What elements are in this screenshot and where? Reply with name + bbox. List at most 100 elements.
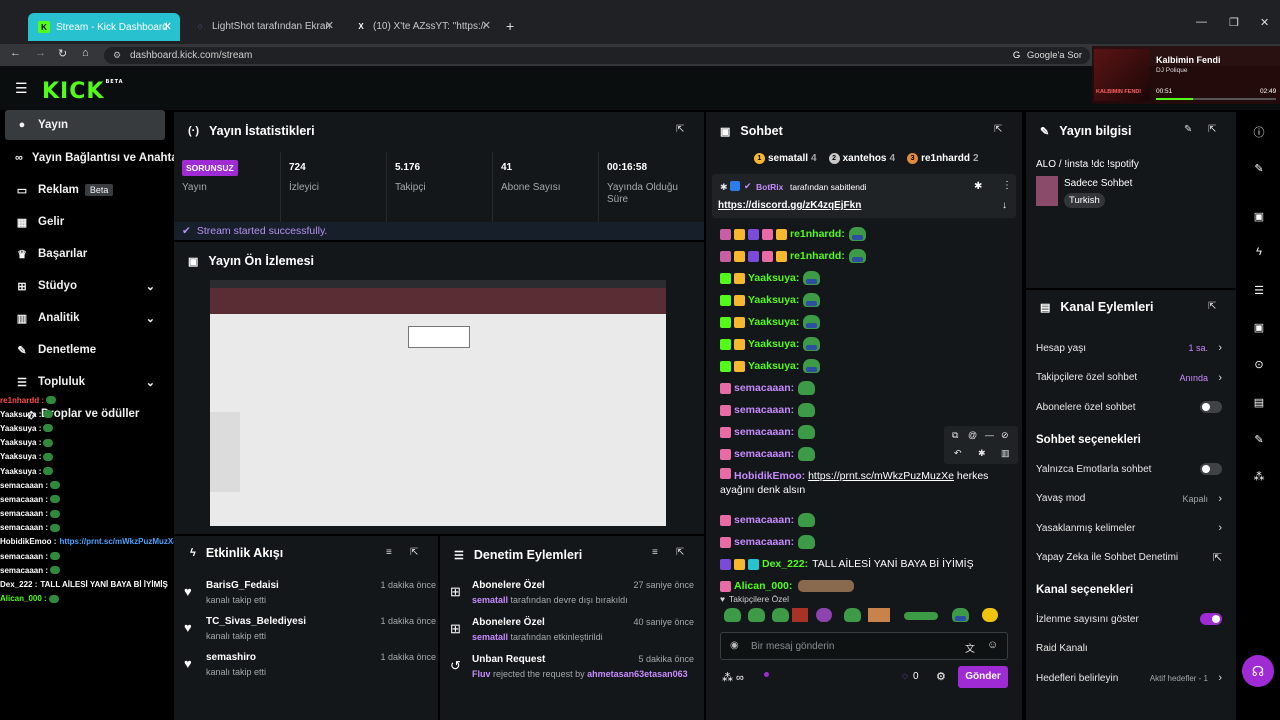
preview-icon[interactable]: ▣ (1252, 210, 1266, 224)
sidebar-item-analitik[interactable]: ▥ Analitik ⌄ (5, 303, 165, 333)
wrench-icon[interactable]: ✎ (1252, 433, 1266, 447)
minimize-icon[interactable]: — (1196, 16, 1207, 28)
pin-message-icon[interactable]: ✱ (978, 448, 986, 459)
pinned-by-user[interactable]: BotRix (756, 182, 783, 192)
toggle-switch[interactable] (1200, 613, 1222, 625)
sidebar-item-yayin[interactable]: ● Yayın (5, 110, 165, 140)
sidebar-item-gelir[interactable]: ▦ Gelir (5, 207, 165, 237)
channel-setting-row[interactable]: Yapay Zeka ile Sohbet Denetimi ⇱ (1036, 548, 1222, 568)
tab-lightshot[interactable]: ◌ LightShot tarafından Ekran Görü ✕ (184, 12, 342, 40)
chat-username[interactable]: semacaaan: (734, 404, 794, 416)
tab-x-twitter[interactable]: X (10) X'te AZssYT: "https://t.co/li ✕ (345, 12, 499, 40)
toggle-switch[interactable] (1200, 463, 1222, 475)
chat-username[interactable]: semacaaan: (734, 514, 794, 526)
copy-icon[interactable]: ⧉ (952, 430, 958, 441)
sidebar-item-denetleme[interactable]: ✎ Denetleme (5, 335, 165, 365)
send-button[interactable]: Gönder (958, 666, 1008, 688)
channel-setting-row[interactable]: Abonelere özel sohbet (1036, 397, 1222, 417)
nodes-icon[interactable]: ⁂ (1252, 470, 1266, 484)
channel-setting-row[interactable]: Hesap yaşı 1 sa. › (1036, 338, 1222, 358)
undo-icon[interactable]: ↶ (954, 448, 962, 459)
help-headset-icon[interactable]: ☊ (1242, 655, 1274, 687)
popout-icon[interactable]: ⇱ (1208, 301, 1216, 312)
timeout-icon[interactable]: — (985, 430, 994, 440)
event-user[interactable]: BarisG_Fedaisi (206, 580, 279, 591)
channel-setting-row[interactable]: Hedefleri belirleyin Aktif hedefler - 1 › (1036, 668, 1222, 688)
more-icon[interactable]: ⋮ (1002, 180, 1012, 191)
channel-setting-row[interactable]: Yavaş mod Kapalı › (1036, 489, 1222, 509)
chat-icon[interactable]: ▣ (1252, 321, 1266, 335)
chat-username[interactable]: Yaaksuya: (748, 360, 799, 372)
chat-username[interactable]: HobidikEmoo: (734, 470, 805, 482)
maximize-icon[interactable]: ❐ (1229, 16, 1239, 29)
chat-username[interactable]: re1nhardd: (790, 228, 845, 240)
event-user[interactable]: semashiro (206, 652, 256, 663)
google-search-chip[interactable]: G Google'a Sor (1013, 47, 1082, 64)
chat-username[interactable]: re1nhardd: (790, 250, 845, 262)
chat-username[interactable]: semacaaan: (734, 536, 794, 548)
emote-frog-icon[interactable] (952, 608, 969, 622)
tab-kick-dashboard[interactable]: K Stream - Kick Dashboard ✕ (28, 13, 180, 41)
url-field[interactable]: ⚙ dashboard.kick.com/stream G Google'a So… (104, 47, 1090, 64)
chat-username[interactable]: Alican_000: (734, 580, 792, 592)
chat-username[interactable]: semacaaan: (734, 426, 794, 438)
info-icon[interactable]: ⓘ (1252, 124, 1266, 139)
kick-logo[interactable]: KICKBETA (42, 79, 124, 104)
mod-user[interactable]: sematall (472, 595, 508, 605)
channel-setting-row[interactable]: Yasaklanmış kelimeler › (1036, 518, 1222, 538)
popout-icon[interactable]: ⇱ (676, 547, 684, 558)
channel-setting-row[interactable]: Takipçilere özel sohbet Anında › (1036, 368, 1222, 388)
pencil-icon[interactable]: ✎ (1252, 162, 1266, 176)
emote-icon[interactable] (982, 608, 998, 622)
sidebar-item-stream-key[interactable]: ∞ Yayın Bağlantısı ve Anahtar (5, 143, 182, 173)
mod-user[interactable]: Fluv (472, 669, 491, 679)
top-gifter-name[interactable]: xantehos (843, 153, 887, 164)
channel-setting-row[interactable]: Yalnızca Emotlarla sohbet (1036, 459, 1222, 479)
reload-icon[interactable]: ↻ (58, 47, 67, 60)
emote-icon[interactable] (904, 612, 938, 620)
chat-username[interactable]: Yaaksuya: (748, 316, 799, 328)
sidebar-item-reklam[interactable]: ▭ Reklam Beta (5, 175, 165, 205)
translate-icon[interactable]: 文 (965, 640, 975, 655)
chat-username[interactable]: semacaaan: (734, 382, 794, 394)
new-tab-icon[interactable]: + (506, 18, 514, 34)
emote-frog-icon[interactable] (724, 608, 741, 622)
close-tab-icon[interactable]: ✕ (482, 19, 491, 32)
pinned-link[interactable]: https://discord.gg/zK4zqEjFkn (718, 200, 861, 211)
chat-username[interactable]: semacaaan: (734, 448, 794, 460)
menu-icon[interactable]: ☰ (15, 80, 28, 97)
top-gifter-name[interactable]: re1nhardd (921, 153, 970, 164)
close-tab-icon[interactable]: ✕ (163, 20, 172, 33)
channel-setting-row[interactable]: Raid Kanalı (1036, 639, 1222, 659)
chat-username[interactable]: Dex_222: (762, 558, 808, 570)
close-tab-icon[interactable]: ✕ (325, 19, 334, 32)
mod-user[interactable]: sematall (472, 632, 508, 642)
forward-icon[interactable]: → (35, 47, 46, 59)
top-gifter-name[interactable]: sematall (768, 153, 808, 164)
popout-icon[interactable]: ⇱ (676, 124, 684, 135)
filter-icon[interactable]: ≡ (652, 547, 658, 558)
mod-user[interactable]: ahmetasan63etasan063 (587, 669, 688, 679)
mention-icon[interactable]: @ (968, 430, 977, 440)
category-name[interactable]: Sadece Sohbet (1064, 178, 1132, 189)
popout-icon[interactable]: ⇱ (1208, 124, 1216, 135)
list-icon[interactable]: ☰ (1252, 284, 1266, 298)
back-icon[interactable]: ← (10, 47, 21, 59)
chat-username[interactable]: Yaaksuya: (748, 294, 799, 306)
emote-frog-icon[interactable] (772, 608, 789, 622)
sidebar-item-basarilar[interactable]: ♛ Başarılar (5, 239, 165, 269)
broadcast-icon[interactable]: ⊙ (1252, 358, 1266, 372)
channel-setting-row[interactable]: İzlenme sayısını göster (1036, 609, 1222, 629)
home-icon[interactable]: ⌂ (82, 47, 89, 59)
server-icon[interactable]: ▤ (1252, 396, 1266, 410)
emote-icon[interactable] (792, 608, 808, 622)
delete-icon[interactable]: ▥ (1001, 448, 1010, 459)
popout-icon[interactable]: ⇱ (410, 547, 418, 558)
toggle-switch[interactable] (1200, 401, 1222, 413)
channel-points[interactable]: ◌ 0 (902, 671, 919, 682)
event-user[interactable]: TC_Sivas_Belediyesi (206, 616, 306, 627)
emote-icon[interactable] (816, 608, 832, 622)
stream-preview-video[interactable] (210, 280, 666, 526)
emote-frog-icon[interactable] (748, 608, 765, 622)
close-window-icon[interactable]: ✕ (1260, 16, 1269, 29)
